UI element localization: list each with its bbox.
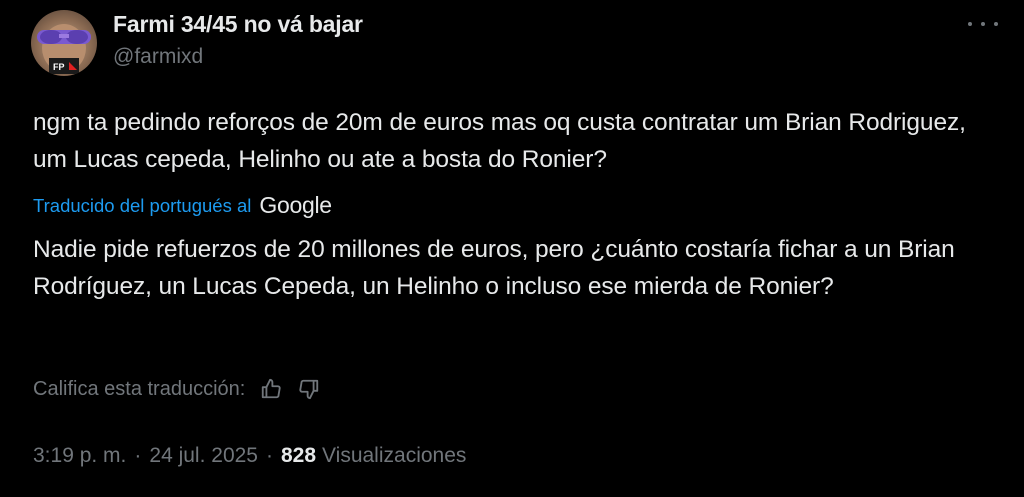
tweet-date[interactable]: 24 jul. 2025 [149, 444, 258, 468]
dot [968, 22, 972, 26]
tweet-meta: 3:19 p. m. · 24 jul. 2025 · 828 Visualiz… [33, 444, 466, 468]
views-count[interactable]: 828 [281, 444, 316, 468]
avatar[interactable]: FP [31, 10, 97, 76]
author-handle[interactable]: @farmixd [113, 45, 203, 69]
translation-source-link[interactable]: Traducido del portugués al [33, 195, 251, 217]
separator: · [265, 444, 273, 467]
thumbs-up-icon[interactable] [259, 377, 283, 401]
dot [994, 22, 998, 26]
translated-text: Nadie pide refuerzos de 20 millones de e… [33, 236, 955, 300]
google-logo: Google [259, 192, 332, 218]
avatar-photo: FP [37, 24, 91, 74]
author-display-name[interactable]: Farmi 34/45 no vá bajar [113, 11, 363, 38]
svg-text:FP: FP [53, 62, 65, 72]
separator: · [134, 444, 142, 467]
dot [981, 22, 985, 26]
tweet-text: ngm ta pedindo reforços de 20m de euros … [33, 109, 966, 173]
thumbs-down-icon[interactable] [297, 377, 321, 401]
rate-translation-label: Califica esta traducción: [33, 377, 246, 400]
translation-attribution: Traducido del portugués al Google [33, 192, 332, 219]
more-options-icon[interactable] [968, 16, 998, 32]
tweet-time[interactable]: 3:19 p. m. [33, 444, 126, 468]
rate-translation: Califica esta traducción: [33, 377, 321, 401]
views-label[interactable]: Visualizaciones [322, 444, 466, 468]
